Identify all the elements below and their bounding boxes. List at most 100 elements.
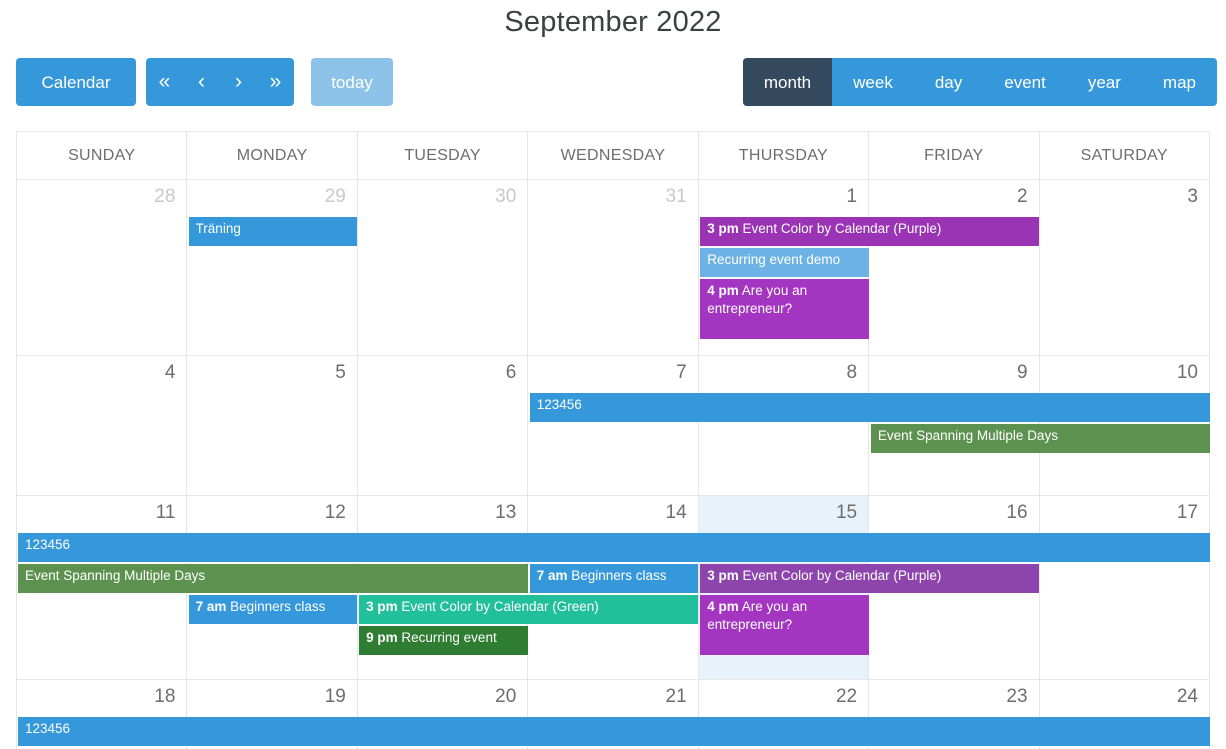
day-number: 24 xyxy=(1176,686,1198,707)
calendar-event[interactable]: Recurring event demo xyxy=(700,248,869,277)
day-cell[interactable]: 5 xyxy=(187,356,358,495)
day-number: 5 xyxy=(335,362,346,383)
calendar-event[interactable]: 4 pm Are you an entrepreneur? xyxy=(700,279,869,339)
day-number: 10 xyxy=(1176,362,1198,383)
nav-prev-icon[interactable]: ‹ xyxy=(183,58,220,106)
event-title: 123456 xyxy=(25,721,71,736)
day-number: 21 xyxy=(665,686,687,707)
event-title: 123456 xyxy=(536,397,582,412)
day-number: 12 xyxy=(324,502,346,523)
event-time: 3 pm xyxy=(707,221,739,236)
event-time: 9 pm xyxy=(366,630,398,645)
day-number: 15 xyxy=(835,502,858,523)
view-tab-day[interactable]: day xyxy=(914,58,983,106)
calendar-event[interactable]: 7 am Beginners class xyxy=(529,564,699,593)
event-title: Event Color by Calendar (Purple) xyxy=(742,568,942,583)
day-cell[interactable]: 4 xyxy=(17,356,188,495)
view-tab-week[interactable]: week xyxy=(832,58,914,106)
event-time: 4 pm xyxy=(707,283,739,298)
event-title: Event Spanning Multiple Days xyxy=(25,568,206,583)
day-number: 29 xyxy=(324,186,346,207)
event-title: Beginners class xyxy=(230,599,326,614)
event-title: Event Spanning Multiple Days xyxy=(877,428,1058,443)
event-title: Recurring event xyxy=(401,630,497,645)
day-number: 17 xyxy=(1176,502,1198,523)
calendar-event[interactable]: 3 pm Event Color by Calendar (Purple) xyxy=(700,564,1040,593)
day-number: 3 xyxy=(1187,186,1198,207)
day-cell[interactable]: 8 xyxy=(699,356,870,495)
day-number: 7 xyxy=(676,362,687,383)
event-title: Beginners class xyxy=(571,568,667,583)
day-cell[interactable]: 28 xyxy=(17,180,188,355)
day-cell[interactable]: 3 xyxy=(1040,180,1210,355)
day-number: 16 xyxy=(1006,502,1028,523)
day-number: 31 xyxy=(665,186,687,207)
day-cell[interactable]: 7 xyxy=(528,356,699,495)
view-tab-month[interactable]: month xyxy=(742,58,833,106)
calendar-event[interactable]: 4 pm Are you an entrepreneur? xyxy=(700,595,869,655)
day-cell[interactable]: 31 xyxy=(528,180,699,355)
calendar-event[interactable]: 123456 xyxy=(18,533,1210,562)
event-time: 3 pm xyxy=(707,568,739,583)
today-button[interactable]: today xyxy=(311,58,393,106)
day-number: 22 xyxy=(835,686,858,707)
calendar-app: September 2022 Calendar «‹ ›» today month… xyxy=(0,0,1226,749)
weekday-header-saturday: SATURDAY xyxy=(1040,132,1210,179)
event-title: Recurring event demo xyxy=(707,252,841,267)
weekday-header-tuesday: TUESDAY xyxy=(358,132,529,179)
calendar-grid: SUNDAY MONDAY TUESDAY WEDNESDAY THURSDAY FRID… xyxy=(16,131,1210,749)
calendar-event[interactable]: Träning xyxy=(188,217,358,246)
day-number: 30 xyxy=(495,186,517,207)
week-row: 18 19 20 21 22 23 24 123456 xyxy=(17,680,1210,749)
calendar-event[interactable]: 123456 xyxy=(529,393,1210,422)
nav-first-icon[interactable]: « xyxy=(146,58,183,106)
day-number: 19 xyxy=(324,686,346,707)
nav-next-icon[interactable]: › xyxy=(220,58,257,106)
calendar-event[interactable]: 9 pm Recurring event xyxy=(359,626,528,655)
day-number: 23 xyxy=(1006,686,1028,707)
weekday-header-thursday: THURSDAY xyxy=(699,132,870,179)
calendar-button[interactable]: Calendar xyxy=(16,58,136,106)
event-title: Event Color by Calendar (Purple) xyxy=(742,221,942,236)
calendar-event[interactable]: 123456 xyxy=(18,717,1210,746)
calendar-weeks: 28 29 30 31 1 2 3 Träning 3 pm Event Color by Ca… xyxy=(17,180,1210,749)
day-cell[interactable]: 6 xyxy=(358,356,529,495)
day-cell[interactable]: 17 xyxy=(1040,496,1210,679)
day-cell[interactable]: 29 xyxy=(187,180,358,355)
weekday-header-sunday: SUNDAY xyxy=(17,132,188,179)
event-time: 3 pm xyxy=(366,599,398,614)
weekday-header-monday: MONDAY xyxy=(187,132,358,179)
day-number: 9 xyxy=(1016,362,1028,383)
page-title: September 2022 xyxy=(504,6,722,38)
event-time: 7 am xyxy=(536,568,568,583)
view-tab-year[interactable]: year xyxy=(1067,58,1142,106)
calendar-toolbar: Calendar «‹ ›» today month week day event yea… xyxy=(0,58,1226,106)
event-title: Träning xyxy=(195,221,241,236)
calendar-event[interactable]: 7 am Beginners class xyxy=(188,595,358,624)
event-title: 123456 xyxy=(25,537,71,552)
day-cell[interactable]: 30 xyxy=(358,180,529,355)
calendar-event[interactable]: 3 pm Event Color by Calendar (Purple) xyxy=(700,217,1040,246)
view-tab-event[interactable]: event xyxy=(983,58,1067,106)
day-cells: 28 29 30 31 1 2 3 xyxy=(17,180,1210,355)
day-number: 1 xyxy=(846,186,858,207)
day-number: 13 xyxy=(495,502,517,523)
view-tab-map[interactable]: map xyxy=(1142,58,1217,106)
calendar-event[interactable]: Event Spanning Multiple Days xyxy=(18,564,528,593)
day-cell[interactable]: 2 xyxy=(869,180,1040,355)
calendar-event[interactable]: 3 pm Event Color by Calendar (Green) xyxy=(359,595,699,624)
week-row: 4 5 6 7 8 9 10 123456 Event Spanning Multiple Da… xyxy=(17,356,1210,496)
event-time: 7 am xyxy=(195,599,227,614)
day-number: 20 xyxy=(495,686,517,707)
weekday-header-row: SUNDAY MONDAY TUESDAY WEDNESDAY THURSDAY FRID… xyxy=(17,132,1210,180)
day-number: 14 xyxy=(665,502,687,523)
day-number: 2 xyxy=(1016,186,1028,207)
nav-last-icon[interactable]: » xyxy=(257,58,294,106)
weekday-header-friday: FRIDAY xyxy=(869,132,1040,179)
weekday-header-wednesday: WEDNESDAY xyxy=(528,132,699,179)
event-title: Event Color by Calendar (Green) xyxy=(401,599,599,614)
event-time: 4 pm xyxy=(707,599,739,614)
week-row: 28 29 30 31 1 2 3 Träning 3 pm Event Color by Ca… xyxy=(17,180,1210,356)
navigation-button-group: «‹ ›» xyxy=(146,58,294,106)
calendar-event[interactable]: Event Spanning Multiple Days xyxy=(870,424,1210,453)
